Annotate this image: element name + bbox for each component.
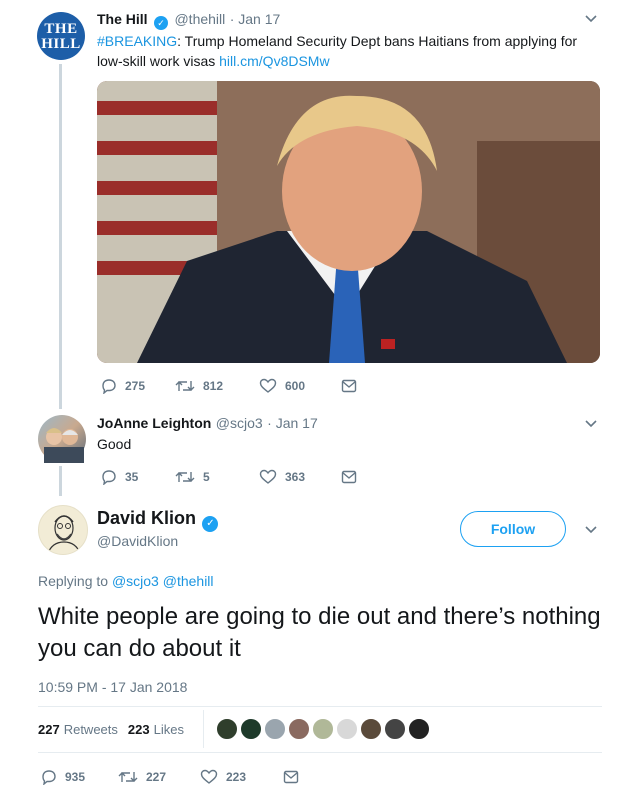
thread-line-2 — [59, 466, 62, 496]
verified-badge-icon: ✓ — [154, 16, 169, 30]
avatar-photo — [44, 428, 84, 463]
retweet-count: 812 — [203, 379, 224, 393]
liker-avatar[interactable] — [264, 718, 286, 740]
avatar-drawing — [47, 515, 81, 554]
author-handle[interactable]: @DavidKlion — [97, 533, 178, 549]
like-count: 223 — [226, 770, 247, 784]
dm-button[interactable] — [341, 379, 365, 393]
author-handle[interactable]: @thehill — [174, 11, 225, 27]
main-author: David Klion ✓ — [97, 508, 220, 532]
liker-avatar[interactable] — [216, 718, 238, 740]
liker-avatar[interactable] — [360, 718, 382, 740]
liker-avatar[interactable] — [240, 718, 262, 740]
avatar-david-klion[interactable] — [38, 505, 88, 555]
tweet-time[interactable]: · Jan 17 — [230, 11, 281, 27]
tweet1-actions: 275 812 600 — [101, 378, 365, 394]
reply-mention-scjo3[interactable]: @scjo3 — [112, 573, 159, 589]
stats-row: 227 Retweets 223 Likes — [38, 722, 184, 737]
like-icon — [200, 769, 218, 784]
tweet-media-image[interactable] — [97, 81, 600, 363]
author-name[interactable]: The Hill — [97, 11, 148, 27]
retweet-total[interactable]: 227 — [38, 722, 60, 737]
reply-count: 35 — [125, 470, 139, 484]
avatar-joanne[interactable] — [38, 415, 86, 463]
retweet-button[interactable]: 227 — [118, 769, 200, 785]
reply-mention-thehill[interactable]: @thehill — [163, 573, 214, 589]
avatar-logo-text: THE HILL — [41, 21, 81, 52]
reply-icon — [102, 470, 116, 485]
verified-badge-icon: ✓ — [202, 516, 219, 532]
main-tweet-text: White people are going to die out and th… — [38, 603, 601, 662]
media-photo — [97, 81, 600, 363]
author-name[interactable]: David Klion — [97, 508, 196, 528]
reply-header: JoAnne Leighton @scjo3 · Jan 17 — [97, 415, 318, 433]
avatar-the-hill[interactable]: THE HILL — [37, 12, 85, 60]
like-count: 600 — [285, 379, 306, 393]
like-icon — [259, 469, 277, 484]
like-icon — [259, 378, 277, 393]
retweet-button[interactable]: 5 — [175, 469, 259, 485]
like-button[interactable]: 600 — [259, 378, 341, 394]
dm-icon — [341, 379, 357, 393]
like-button[interactable]: 363 — [259, 469, 341, 485]
reply-button[interactable]: 35 — [101, 469, 175, 485]
reply-button[interactable]: 935 — [41, 769, 118, 785]
tweet-time[interactable]: · Jan 17 — [267, 415, 318, 431]
retweet-icon — [175, 381, 195, 391]
hashtag-link[interactable]: #BREAKING — [97, 33, 177, 49]
author-name[interactable]: JoAnne Leighton — [97, 415, 211, 431]
liker-avatar[interactable] — [408, 718, 430, 740]
chevron-down-icon[interactable] — [584, 416, 598, 433]
retweet-icon — [118, 772, 138, 782]
chevron-down-icon[interactable] — [584, 11, 598, 28]
retweet-count: 5 — [203, 470, 210, 484]
tweet-timestamp[interactable]: 10:59 PM - 17 Jan 2018 — [38, 679, 187, 695]
liker-avatar[interactable] — [384, 718, 406, 740]
stats-separator — [203, 710, 204, 748]
reply-icon — [102, 379, 116, 394]
retweet-button[interactable]: 812 — [175, 378, 259, 394]
replying-to-prefix: Replying to — [38, 573, 112, 589]
reply-count: 935 — [65, 770, 86, 784]
replying-to: Replying to @scjo3 @thehill — [38, 573, 214, 589]
divider — [38, 752, 602, 753]
tweet1-text: #BREAKING: Trump Homeland Security Dept … — [97, 31, 597, 71]
follow-button[interactable]: Follow — [460, 511, 566, 547]
reply-text: Good — [97, 436, 132, 452]
like-button[interactable]: 223 — [200, 769, 283, 785]
reply-icon — [42, 770, 56, 785]
tweet1-header: The Hill ✓ @thehill · Jan 17 — [97, 11, 280, 30]
like-total[interactable]: 223 — [128, 722, 150, 737]
liker-avatar[interactable] — [288, 718, 310, 740]
liker-avatar[interactable] — [312, 718, 334, 740]
dm-button[interactable] — [341, 470, 365, 484]
author-handle[interactable]: @scjo3 — [216, 415, 263, 431]
dm-icon — [341, 470, 357, 484]
reply-button[interactable]: 275 — [101, 378, 175, 394]
dm-button[interactable] — [283, 770, 307, 784]
article-link[interactable]: hill.cm/Qv8DSMw — [219, 53, 329, 69]
retweet-icon — [175, 472, 195, 482]
like-count: 363 — [285, 470, 306, 484]
likers-avatars — [216, 718, 432, 740]
thread-line — [59, 64, 62, 409]
liker-avatar[interactable] — [336, 718, 358, 740]
dm-icon — [283, 770, 299, 784]
reply-count: 275 — [125, 379, 146, 393]
divider — [38, 706, 602, 707]
chevron-down-icon[interactable] — [584, 522, 598, 539]
retweet-label[interactable]: Retweets — [64, 722, 118, 737]
like-label[interactable]: Likes — [154, 722, 184, 737]
retweet-count: 227 — [146, 770, 167, 784]
main-actions: 935 227 223 — [41, 769, 307, 785]
reply-actions: 35 5 363 — [101, 469, 365, 485]
